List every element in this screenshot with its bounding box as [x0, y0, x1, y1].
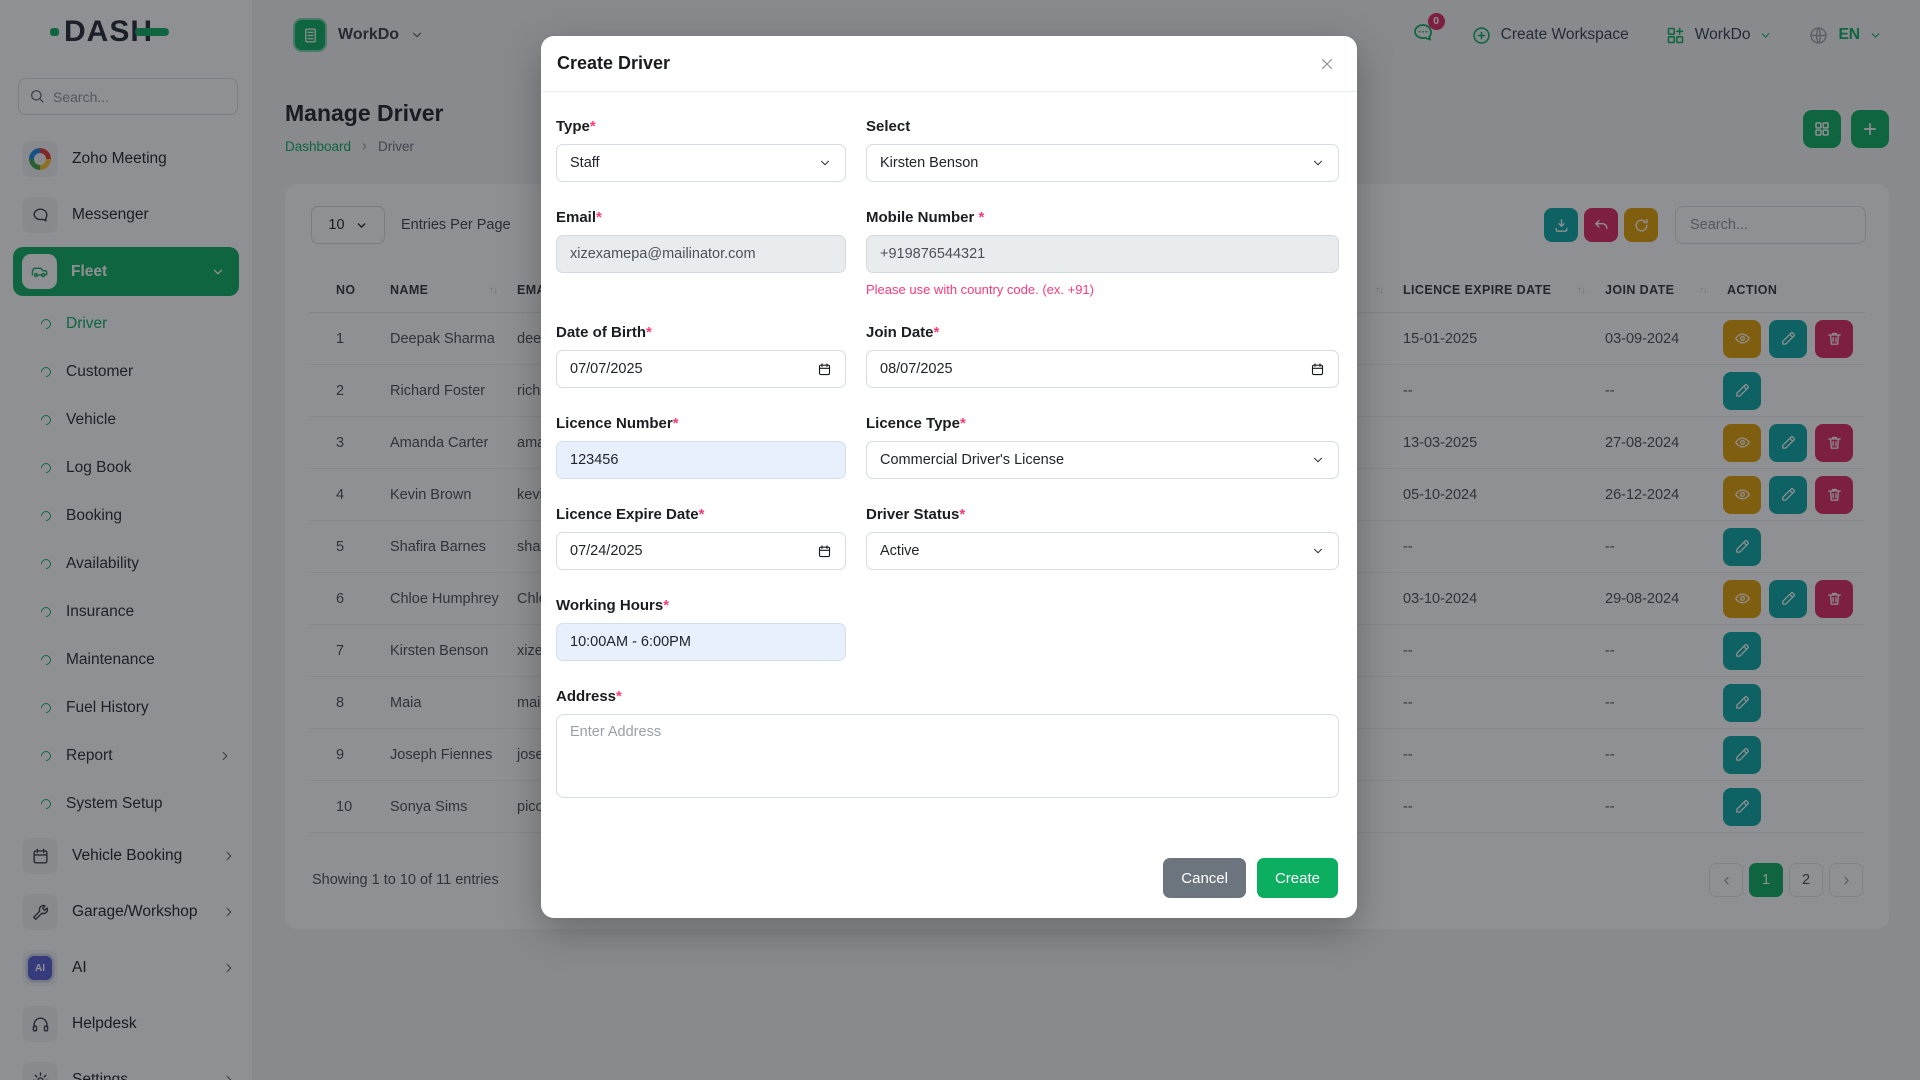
- field-error-text: Please use with country code. (ex. +91): [866, 282, 1339, 297]
- driver-select-select[interactable]: Kirsten Benson: [866, 144, 1339, 182]
- date-of-birth-field: Date of Birth* 07/07/2025: [556, 324, 846, 388]
- required-asterisk: *: [959, 506, 965, 523]
- required-asterisk: *: [590, 118, 596, 135]
- textarea-placeholder: Enter Address: [570, 724, 661, 740]
- chev-down-icon: [818, 156, 832, 170]
- field-label-text: Driver Status: [866, 506, 959, 523]
- input-value: 07/07/2025: [570, 361, 643, 377]
- licence-type-select[interactable]: Commercial Driver's License: [866, 441, 1339, 479]
- field-label-text: Mobile Number: [866, 209, 979, 226]
- input-value: +919876544321: [880, 246, 985, 262]
- licence-type-field: Licence Type* Commercial Driver's License: [866, 415, 1339, 479]
- required-asterisk: *: [979, 209, 985, 226]
- required-asterisk: *: [673, 415, 679, 432]
- create-button[interactable]: Create: [1257, 858, 1338, 898]
- cal-icon: [1310, 362, 1325, 377]
- join-date-label: Join Date*: [866, 324, 1339, 341]
- email-field: Email* xizexamepa@mailinator.com: [556, 209, 846, 297]
- required-asterisk: *: [616, 688, 622, 705]
- field-label-text: Licence Expire Date: [556, 506, 699, 523]
- required-asterisk: *: [960, 415, 966, 432]
- cal-icon: [817, 544, 832, 559]
- working-hours-field: Working Hours* 10:00AM - 6:00PM: [556, 597, 846, 661]
- address-label: Address*: [556, 688, 1339, 705]
- input-value: 10:00AM - 6:00PM: [570, 634, 691, 650]
- date-of-birth-label: Date of Birth*: [556, 324, 846, 341]
- join-date-field: Join Date* 08/07/2025: [866, 324, 1339, 388]
- chev-down-icon: [1311, 453, 1325, 467]
- driver-select-label: Select: [866, 118, 1339, 135]
- required-asterisk: *: [699, 506, 705, 523]
- licence-number-label: Licence Number*: [556, 415, 846, 432]
- mobile-number-input: +919876544321: [866, 235, 1339, 273]
- select-value: Kirsten Benson: [880, 155, 978, 171]
- driver-status-select[interactable]: Active: [866, 532, 1339, 570]
- input-value: xizexamepa@mailinator.com: [570, 246, 756, 262]
- input-value: 123456: [570, 452, 618, 468]
- field-label-text: Email: [556, 209, 596, 226]
- working-hours-input[interactable]: 10:00AM - 6:00PM: [556, 623, 846, 661]
- close-button[interactable]: [1316, 53, 1338, 75]
- driver-status-field: Driver Status* Active: [866, 506, 1339, 570]
- licence-expire-date-field: Licence Expire Date* 07/24/2025: [556, 506, 846, 570]
- field-label-text: Licence Number: [556, 415, 673, 432]
- required-asterisk: *: [663, 597, 669, 614]
- licence-number-field: Licence Number* 123456: [556, 415, 846, 479]
- required-asterisk: *: [646, 324, 652, 341]
- required-asterisk: *: [596, 209, 602, 226]
- mobile-number-field: Mobile Number * +919876544321 Please use w…: [866, 209, 1339, 297]
- mobile-number-label: Mobile Number *: [866, 209, 1339, 226]
- select-value: Staff: [570, 155, 600, 171]
- modal-title: Create Driver: [557, 53, 670, 74]
- email-input: xizexamepa@mailinator.com: [556, 235, 846, 273]
- working-hours-label: Working Hours*: [556, 597, 846, 614]
- cal-icon: [817, 362, 832, 377]
- field-label-text: Select: [866, 118, 910, 135]
- field-label-text: Address: [556, 688, 616, 705]
- date-of-birth-input[interactable]: 07/07/2025: [556, 350, 846, 388]
- licence-type-label: Licence Type*: [866, 415, 1339, 432]
- required-asterisk: *: [934, 324, 940, 341]
- field-label-text: Licence Type: [866, 415, 960, 432]
- address-field: Address* Enter Address: [556, 688, 1339, 798]
- field-label-text: Working Hours: [556, 597, 663, 614]
- join-date-input[interactable]: 08/07/2025: [866, 350, 1339, 388]
- driver-select-field: Select Kirsten Benson: [866, 118, 1339, 182]
- modal-footer: Cancel Create: [541, 858, 1357, 918]
- type-label: Type*: [556, 118, 846, 135]
- chev-down-icon: [1311, 544, 1325, 558]
- select-value: Commercial Driver's License: [880, 452, 1064, 468]
- modal-body: Type*StaffSelectKirsten BensonEmail*xize…: [541, 92, 1357, 825]
- cancel-button[interactable]: Cancel: [1163, 858, 1246, 898]
- type-field: Type* Staff: [556, 118, 846, 182]
- type-select[interactable]: Staff: [556, 144, 846, 182]
- create-driver-modal: Create Driver Type*StaffSelectKirsten Be…: [541, 36, 1357, 918]
- input-value: 07/24/2025: [570, 543, 643, 559]
- email-label: Email*: [556, 209, 846, 226]
- licence-number-input[interactable]: 123456: [556, 441, 846, 479]
- licence-expire-date-label: Licence Expire Date*: [556, 506, 846, 523]
- modal-header: Create Driver: [541, 36, 1357, 92]
- close-icon: [1318, 55, 1336, 73]
- input-value: 08/07/2025: [880, 361, 953, 377]
- field-label-text: Join Date: [866, 324, 934, 341]
- address-textarea[interactable]: Enter Address: [556, 714, 1339, 798]
- driver-status-label: Driver Status*: [866, 506, 1339, 523]
- field-label-text: Date of Birth: [556, 324, 646, 341]
- chev-down-icon: [1311, 156, 1325, 170]
- field-label-text: Type: [556, 118, 590, 135]
- select-value: Active: [880, 543, 920, 559]
- licence-expire-date-input[interactable]: 07/24/2025: [556, 532, 846, 570]
